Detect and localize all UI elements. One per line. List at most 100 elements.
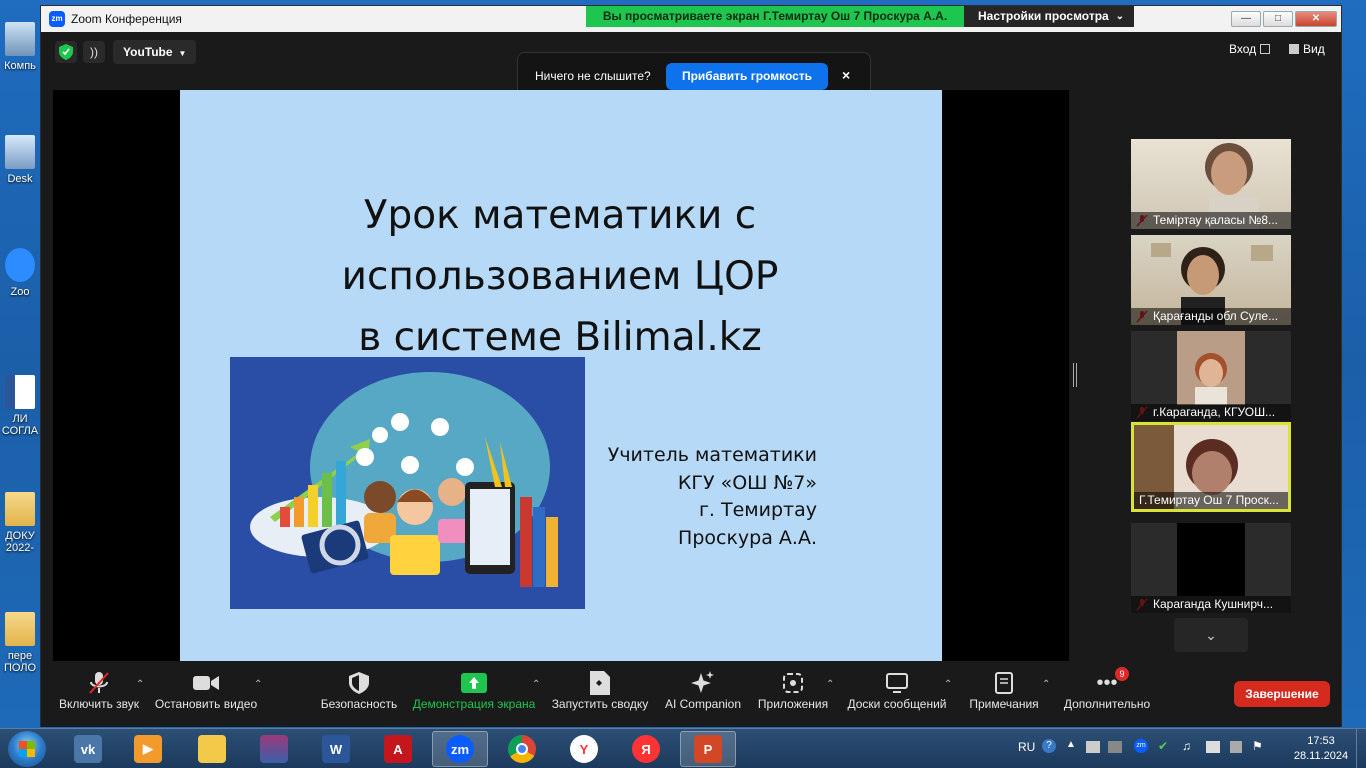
- folder-icon: [5, 492, 35, 526]
- display-tray-icon[interactable]: [1206, 741, 1220, 753]
- zoom-app-icon: [5, 248, 35, 282]
- close-icon[interactable]: ×: [842, 67, 850, 83]
- word-icon: W: [322, 735, 350, 763]
- tray-expand-icon[interactable]: ▲: [1066, 739, 1076, 768]
- language-indicator[interactable]: RU: [1018, 740, 1035, 768]
- participant-tile[interactable]: г.Караганда, КГУОШ...: [1131, 331, 1291, 421]
- youtube-label: YouTube: [123, 45, 173, 59]
- desktop-icon-folder-pere[interactable]: пере ПОЛО: [0, 612, 40, 674]
- network-icon[interactable]: [1086, 741, 1100, 753]
- notes-label: Примечания: [969, 697, 1039, 711]
- participant-tile[interactable]: Теміртау қаласы №8...: [1131, 139, 1291, 229]
- computer-icon: [5, 22, 35, 56]
- notes-options-button[interactable]: ⌃: [1035, 661, 1051, 727]
- vk-icon: vk: [74, 735, 102, 763]
- zoom-window: zm Zoom Конференция Вы просматриваете эк…: [40, 5, 1342, 727]
- caret-up-icon: ⌃: [826, 679, 835, 690]
- taskbar-winrar[interactable]: [246, 731, 302, 767]
- taskbar-pdf-reader[interactable]: A: [370, 731, 426, 767]
- desktop-icon-desktop[interactable]: Desk: [0, 135, 40, 185]
- close-window-button[interactable]: ✕: [1295, 11, 1337, 27]
- help-icon[interactable]: ?: [1042, 739, 1056, 753]
- whiteboards-button[interactable]: Доски сообщений: [843, 661, 951, 727]
- zoom-icon: zm: [446, 735, 474, 763]
- video-options-button[interactable]: ⌃: [247, 661, 263, 727]
- clock-time: 17:53: [1307, 735, 1335, 747]
- more-badge: 9: [1115, 667, 1129, 681]
- tray-icon[interactable]: [1230, 741, 1242, 753]
- chrome-icon: [508, 735, 536, 763]
- taskbar-media-player[interactable]: ▶: [120, 731, 176, 767]
- scroll-participants-down-button[interactable]: ⌄: [1174, 618, 1248, 652]
- whiteboards-options-button[interactable]: ⌃: [937, 661, 953, 727]
- minimize-button[interactable]: —: [1231, 11, 1261, 27]
- view-button[interactable]: Вид: [1289, 42, 1325, 56]
- grid-view-icon: [1289, 44, 1299, 54]
- slide-title-line: использованием ЦОР: [341, 254, 779, 299]
- taskbar-vk[interactable]: vk: [60, 731, 116, 767]
- summary-doc-icon: [549, 661, 651, 695]
- taskbar-word[interactable]: W: [308, 731, 364, 767]
- show-desktop-button[interactable]: [1356, 729, 1366, 768]
- presentation-slide: Урок математики с использованием ЦОР в с…: [180, 90, 942, 661]
- chevron-down-icon: ⌄: [1115, 11, 1124, 22]
- desktop-icon-folder-docs[interactable]: ДОКУ 2022-: [0, 492, 40, 554]
- share-options-button[interactable]: ⌃: [525, 661, 540, 727]
- title-bar: zm Zoom Конференция Вы просматриваете эк…: [41, 6, 1341, 32]
- flag-icon[interactable]: ⚑: [1252, 739, 1263, 768]
- taskbar-powerpoint[interactable]: P: [680, 731, 736, 767]
- desktop-icon-computer[interactable]: Компь: [0, 22, 40, 72]
- volume-icon[interactable]: ♫: [1182, 739, 1191, 768]
- start-button[interactable]: [8, 731, 46, 767]
- desktop-icon-word-doc[interactable]: ЛИ СОГЛА: [0, 375, 40, 437]
- taskbar-file-explorer[interactable]: [184, 731, 240, 767]
- view-options-dropdown[interactable]: Настройки просмотра ⌄: [964, 6, 1134, 27]
- caret-up-icon: ⌃: [944, 679, 953, 690]
- check-tray-icon[interactable]: ✔: [1158, 739, 1168, 768]
- pdf-reader-icon: A: [384, 735, 412, 763]
- end-meeting-button[interactable]: Завершение: [1234, 681, 1330, 707]
- whiteboards-label: Доски сообщений: [847, 697, 947, 711]
- powerpoint-icon: P: [694, 735, 722, 763]
- tray-app-icon[interactable]: [1108, 741, 1122, 753]
- yandex-browser-icon: Y: [570, 735, 598, 763]
- ai-companion-button[interactable]: AI Companion: [661, 661, 745, 727]
- notice-text: Ничего не слышите?: [535, 69, 651, 83]
- clock[interactable]: 17:53 28.11.2024: [1290, 734, 1352, 764]
- meeting-toolbar: Включить звук ⌃ Остановить видео ⌃ Безоп…: [41, 661, 1341, 727]
- share-screen-button[interactable]: Демонстрация экрана: [411, 661, 537, 727]
- notes-button[interactable]: Примечания: [963, 661, 1045, 727]
- youtube-stream-button[interactable]: YouTube ▼: [113, 40, 197, 64]
- ai-companion-label: AI Companion: [664, 697, 742, 711]
- enter-button[interactable]: Вход: [1229, 42, 1271, 56]
- taskbar-yandex-browser[interactable]: Y: [556, 731, 612, 767]
- encryption-shield-icon[interactable]: [55, 41, 77, 63]
- author-line: Проскура А.А.: [678, 526, 817, 549]
- apps-options-button[interactable]: ⌃: [819, 661, 835, 727]
- caret-up-icon: ⌃: [254, 679, 263, 690]
- security-label: Безопасность: [320, 697, 398, 711]
- increase-volume-button[interactable]: Прибавить громкость: [666, 63, 828, 90]
- desktop-icon-zoom[interactable]: Zoo: [0, 248, 40, 298]
- security-button[interactable]: Безопасность: [319, 661, 399, 727]
- zoom-logo-icon: zm: [49, 11, 65, 27]
- more-button[interactable]: ••• 9 Дополнительно: [1059, 661, 1155, 727]
- participant-tile-active-speaker[interactable]: Г.Темиртау Ош 7 Проск...: [1131, 422, 1291, 512]
- window-controls: — □ ✕: [1231, 11, 1337, 27]
- zoom-tray-icon[interactable]: zm: [1134, 739, 1148, 753]
- participant-tile[interactable]: Қарағанды обл Суле...: [1131, 235, 1291, 325]
- maximize-button[interactable]: □: [1263, 11, 1293, 27]
- participant-name: г.Караганда, КГУОШ...: [1131, 404, 1291, 421]
- more-dots-icon: •••: [1096, 672, 1118, 694]
- participant-name: Қарағанды обл Суле...: [1131, 308, 1291, 325]
- panel-splitter[interactable]: [1073, 363, 1077, 387]
- caret-up-icon: ⌃: [1042, 679, 1051, 690]
- audio-options-button[interactable]: ⌃: [129, 661, 144, 727]
- taskbar-yandex[interactable]: Я: [618, 731, 674, 767]
- taskbar-zoom[interactable]: zm: [432, 731, 488, 767]
- participant-tile[interactable]: Караганда Кушнирч...: [1131, 523, 1291, 613]
- live-stream-icon[interactable]: )): [83, 41, 105, 63]
- start-summary-button[interactable]: Запустить сводку: [549, 661, 651, 727]
- taskbar-chrome[interactable]: [494, 731, 550, 767]
- stop-video-button[interactable]: Остановить видео: [153, 661, 259, 727]
